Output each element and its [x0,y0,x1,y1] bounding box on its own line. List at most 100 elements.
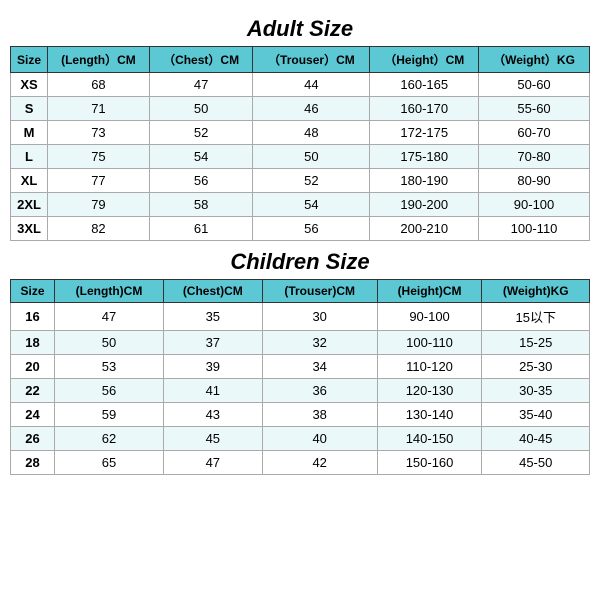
table-row: 22564136120-13030-35 [11,379,590,403]
adult-size-table: Size(Length）CM（Chest）CM（Trouser）CM（Heigh… [10,46,590,241]
table-cell: 160-170 [370,97,479,121]
column-header: （Trouser）CM [253,47,370,73]
table-cell: 35-40 [482,403,590,427]
table-cell: 54 [253,193,370,217]
table-cell: 190-200 [370,193,479,217]
table-cell: 30-35 [482,379,590,403]
table-cell: 61 [149,217,253,241]
table-row: XS684744160-16550-60 [11,73,590,97]
table-cell: 35 [163,303,262,331]
table-cell: M [11,121,48,145]
column-header: (Length）CM [48,47,150,73]
table-cell: 28 [11,451,55,475]
table-cell: 77 [48,169,150,193]
table-cell: 50 [253,145,370,169]
table-cell: 130-140 [377,403,482,427]
table-cell: 24 [11,403,55,427]
table-row: 20533934110-12025-30 [11,355,590,379]
table-cell: 62 [55,427,164,451]
table-cell: 39 [163,355,262,379]
table-cell: 16 [11,303,55,331]
table-cell: 48 [253,121,370,145]
table-cell: 47 [163,451,262,475]
children-size-table: Size(Length)CM(Chest)CM(Trouser)CM(Heigh… [10,279,590,475]
table-cell: 90-100 [479,193,590,217]
table-cell: 82 [48,217,150,241]
children-title: Children Size [230,249,369,275]
table-cell: 140-150 [377,427,482,451]
table-cell: 50-60 [479,73,590,97]
table-cell: 56 [253,217,370,241]
table-cell: 59 [55,403,164,427]
table-cell: 80-90 [479,169,590,193]
table-row: 24594338130-14035-40 [11,403,590,427]
table-cell: 40-45 [482,427,590,451]
column-header: (Weight)KG [482,280,590,303]
table-cell: 37 [163,331,262,355]
table-cell: 44 [253,73,370,97]
table-row: 18503732100-11015-25 [11,331,590,355]
column-header: (Length)CM [55,280,164,303]
table-cell: 15-25 [482,331,590,355]
table-cell: 43 [163,403,262,427]
table-cell: 52 [149,121,253,145]
column-header: Size [11,47,48,73]
table-row: L755450175-18070-80 [11,145,590,169]
table-cell: 26 [11,427,55,451]
table-cell: 200-210 [370,217,479,241]
table-row: 3XL826156200-210100-110 [11,217,590,241]
table-cell: 50 [149,97,253,121]
table-cell: 56 [55,379,164,403]
table-cell: 71 [48,97,150,121]
adult-title: Adult Size [247,16,353,42]
table-cell: 120-130 [377,379,482,403]
column-header: Size [11,280,55,303]
table-cell: 45-50 [482,451,590,475]
table-cell: 36 [262,379,377,403]
table-cell: 172-175 [370,121,479,145]
table-cell: 75 [48,145,150,169]
table-cell: 90-100 [377,303,482,331]
table-cell: 46 [253,97,370,121]
table-cell: XL [11,169,48,193]
table-cell: 65 [55,451,164,475]
table-cell: 58 [149,193,253,217]
table-cell: 50 [55,331,164,355]
table-cell: 41 [163,379,262,403]
table-cell: 38 [262,403,377,427]
table-cell: 18 [11,331,55,355]
table-cell: 45 [163,427,262,451]
table-cell: 180-190 [370,169,479,193]
table-cell: L [11,145,48,169]
table-cell: 56 [149,169,253,193]
table-row: 28654742150-16045-50 [11,451,590,475]
column-header: (Trouser)CM [262,280,377,303]
column-header: （Chest）CM [149,47,253,73]
column-header: （Weight）KG [479,47,590,73]
table-row: M735248172-17560-70 [11,121,590,145]
table-cell: 70-80 [479,145,590,169]
table-cell: 53 [55,355,164,379]
table-cell: 34 [262,355,377,379]
table-cell: 68 [48,73,150,97]
table-row: S715046160-17055-60 [11,97,590,121]
column-header: (Height)CM [377,280,482,303]
table-cell: S [11,97,48,121]
table-row: 1647353090-10015以下 [11,303,590,331]
table-cell: 175-180 [370,145,479,169]
table-cell: 47 [149,73,253,97]
table-cell: 15以下 [482,303,590,331]
table-cell: 40 [262,427,377,451]
table-row: XL775652180-19080-90 [11,169,590,193]
table-cell: 2XL [11,193,48,217]
column-header: （Height）CM [370,47,479,73]
table-cell: 150-160 [377,451,482,475]
table-cell: 60-70 [479,121,590,145]
column-header: (Chest)CM [163,280,262,303]
table-cell: XS [11,73,48,97]
table-row: 2XL795854190-20090-100 [11,193,590,217]
table-cell: 110-120 [377,355,482,379]
table-cell: 20 [11,355,55,379]
table-cell: 30 [262,303,377,331]
table-row: 26624540140-15040-45 [11,427,590,451]
